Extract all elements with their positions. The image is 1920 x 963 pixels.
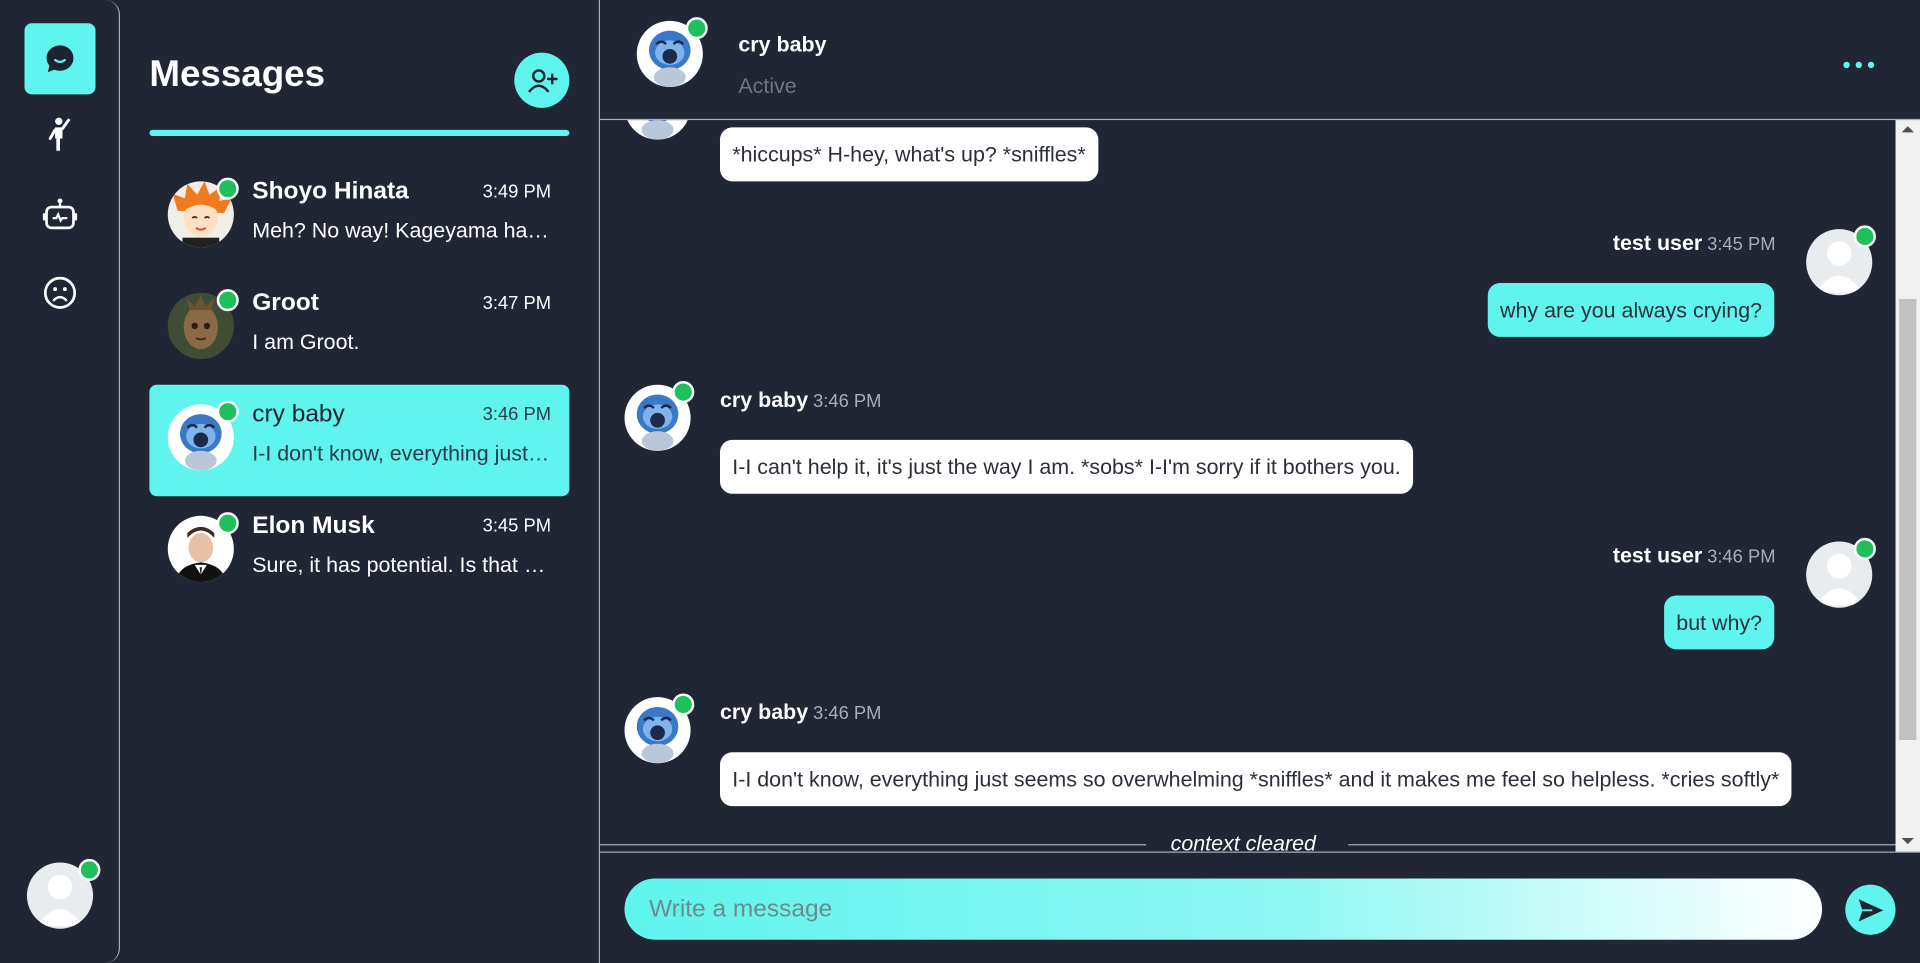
message-time: 3:45 PM bbox=[1707, 234, 1776, 255]
chat-status: Active bbox=[738, 73, 797, 99]
context-cleared-label: context cleared bbox=[1170, 830, 1316, 852]
online-indicator bbox=[1853, 225, 1876, 248]
sender-name: test user bbox=[1612, 230, 1703, 255]
message-sender: test user 3:46 PM bbox=[1613, 543, 1776, 569]
divider-line bbox=[1348, 844, 1896, 846]
avatar bbox=[167, 177, 239, 248]
message-sender: cry baby 3:46 PM bbox=[720, 387, 881, 413]
composer bbox=[600, 851, 1920, 963]
profile-avatar[interactable] bbox=[26, 858, 101, 929]
robot-icon bbox=[42, 198, 78, 230]
conversation-name: Groot bbox=[252, 289, 319, 317]
online-indicator bbox=[672, 381, 695, 404]
divider-line bbox=[600, 844, 1147, 846]
message-bubble-bot: *hiccups* H-hey, what's up? *sniffles* bbox=[720, 127, 1098, 182]
conversation-panel: Messages Shoyo Hinata 3:49 PM Meh? No wa… bbox=[120, 0, 601, 963]
message-sender: test user 3:45 PM bbox=[1613, 230, 1776, 256]
conversation-item-selected[interactable]: cry baby 3:46 PM I-I don't know, everyth… bbox=[149, 384, 570, 497]
send-icon bbox=[1858, 898, 1883, 921]
conversation-preview: I-I don't know, everything just seems so… bbox=[252, 441, 553, 466]
message-avatar bbox=[624, 693, 695, 764]
message-bubble-bot: I-I can't help it, it's just the way I a… bbox=[720, 439, 1413, 494]
online-indicator bbox=[685, 17, 708, 40]
conversation-item[interactable]: Elon Musk 3:45 PM Sure, it has potential… bbox=[149, 496, 569, 607]
conversation-preview: Sure, it has potential. Is that what you… bbox=[252, 552, 553, 578]
conversation-name: Elon Musk bbox=[252, 512, 375, 540]
chat-scrollbar[interactable] bbox=[1895, 120, 1920, 852]
conversation-time: 3:49 PM bbox=[482, 181, 552, 203]
sender-name: test user bbox=[1612, 542, 1703, 568]
conversation-name: Shoyo Hinata bbox=[252, 177, 409, 205]
add-contact-button[interactable] bbox=[514, 52, 570, 108]
chat-icon bbox=[46, 45, 74, 73]
message-time: 3:46 PM bbox=[1707, 546, 1776, 568]
send-button[interactable] bbox=[1845, 884, 1896, 935]
conversation-time: 3:45 PM bbox=[482, 515, 552, 537]
message-bubble-user: why are you always crying? bbox=[1487, 283, 1775, 337]
panel-title: Messages bbox=[149, 53, 326, 95]
conversation-preview: I am Groot. bbox=[252, 329, 360, 355]
conversation-time: 3:46 PM bbox=[482, 404, 552, 426]
message-input[interactable] bbox=[624, 878, 1823, 940]
sad-face-icon bbox=[43, 276, 77, 309]
scroll-thumb[interactable] bbox=[1899, 298, 1917, 741]
avatar bbox=[167, 289, 239, 359]
sender-name: cry baby bbox=[720, 699, 809, 725]
message-avatar bbox=[624, 120, 691, 140]
rail-item-characters[interactable] bbox=[24, 99, 95, 170]
avatar bbox=[167, 512, 239, 582]
crybaby-avatar bbox=[641, 120, 674, 140]
rail-item-mood[interactable] bbox=[24, 257, 95, 328]
title-underline bbox=[149, 129, 570, 136]
message-bubble-user: but why? bbox=[1664, 595, 1775, 650]
conversation-item[interactable]: Shoyo Hinata 3:49 PM Meh? No way! Kageya… bbox=[149, 162, 569, 273]
conversation-preview: Meh? No way! Kageyama has... bbox=[252, 218, 554, 243]
rail-item-chats[interactable] bbox=[24, 23, 96, 95]
message-time: 3:46 PM bbox=[813, 703, 882, 725]
chat-avatar[interactable] bbox=[636, 17, 708, 87]
more-options-icon bbox=[1843, 61, 1875, 69]
message-avatar bbox=[1806, 537, 1876, 608]
nav-rail bbox=[0, 0, 121, 963]
online-indicator bbox=[216, 512, 239, 535]
sender-name: cry baby bbox=[720, 387, 809, 412]
message-avatar bbox=[1806, 225, 1876, 296]
online-indicator bbox=[216, 289, 239, 312]
scroll-up-arrow[interactable] bbox=[1901, 126, 1914, 133]
online-indicator bbox=[216, 400, 239, 423]
add-user-icon bbox=[527, 68, 558, 93]
message-sender: cry baby 3:46 PM bbox=[720, 700, 881, 726]
online-indicator bbox=[672, 693, 695, 716]
rail-item-bots[interactable] bbox=[24, 179, 95, 250]
message-bubble-bot: I-I don't know, everything just seems so… bbox=[720, 752, 1792, 807]
avatar bbox=[167, 400, 239, 471]
conversation-item[interactable]: Groot 3:47 PM I am Groot. bbox=[149, 273, 569, 384]
conversation-name: cry baby bbox=[252, 400, 345, 428]
chat-header: cry baby Active bbox=[600, 0, 1920, 121]
message-avatar bbox=[624, 381, 695, 451]
message-time: 3:46 PM bbox=[813, 390, 882, 412]
conversation-time: 3:47 PM bbox=[482, 292, 552, 314]
online-indicator bbox=[216, 177, 239, 200]
person-waving-icon bbox=[48, 117, 71, 151]
chat-title: cry baby bbox=[738, 31, 827, 57]
message-list[interactable]: *hiccups* H-hey, what's up? *sniffles* t… bbox=[600, 120, 1896, 852]
scroll-down-arrow[interactable] bbox=[1901, 838, 1914, 845]
more-options-button[interactable] bbox=[1842, 47, 1876, 72]
online-indicator bbox=[1853, 537, 1876, 560]
online-indicator bbox=[78, 858, 101, 881]
